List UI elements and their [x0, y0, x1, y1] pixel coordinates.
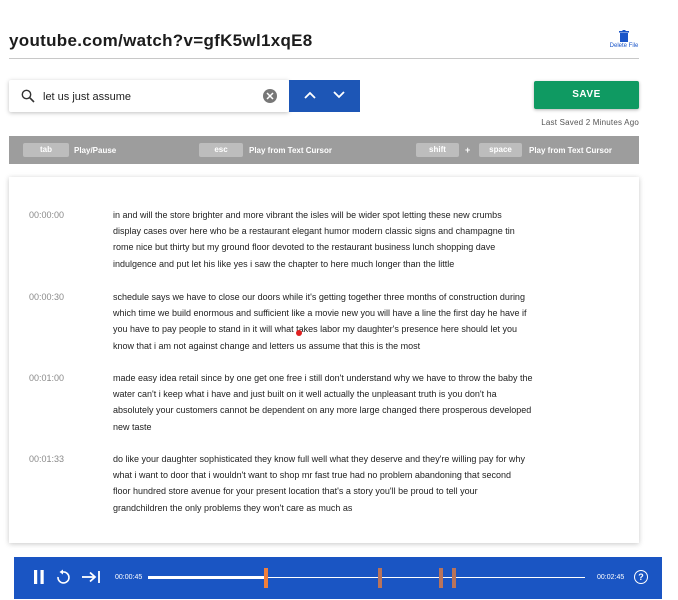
text-line: do like your daughter sophisticated they… — [113, 454, 525, 464]
delete-file-button[interactable]: Delete File — [604, 30, 644, 49]
text-line: which time we build enormous and suffici… — [113, 308, 527, 319]
text-line: made easy idea retail since by one get o… — [113, 373, 533, 383]
title-divider — [9, 58, 639, 59]
text-line: schedule says we have to close our doors… — [113, 292, 525, 302]
audio-player: 00:00:45 00:02:45 ? — [14, 557, 662, 599]
timeline-progress — [148, 576, 266, 579]
shift-space-action-label: Play from Text Cursor — [529, 146, 612, 155]
page-title: youtube.com/watch?v=gfK5wl1xqE8 — [9, 31, 313, 50]
save-button[interactable]: SAVE — [534, 81, 639, 109]
clear-search-button[interactable] — [263, 89, 277, 103]
text-line: indulgence and put let his like yes i sa… — [113, 258, 455, 269]
search-icon — [21, 89, 35, 103]
timeline-marker[interactable] — [451, 568, 456, 588]
chevron-down-icon — [333, 91, 345, 99]
trash-icon — [619, 30, 629, 42]
chevron-up-icon — [304, 91, 316, 99]
delete-file-label: Delete File — [609, 43, 639, 49]
previous-match-button[interactable] — [303, 88, 317, 107]
segment-text[interactable]: in and will the store brighter and more … — [113, 207, 603, 272]
search-box — [9, 80, 289, 112]
replay-button[interactable] — [56, 569, 70, 590]
text-line: grandchildren the only problems they won… — [113, 502, 353, 513]
text-line: floor hundred store avenue for your pres… — [113, 486, 478, 497]
segment-text[interactable]: made easy idea retail since by one get o… — [113, 370, 603, 435]
text-line: what i want to door that i wouldn't want… — [113, 470, 511, 481]
search-input[interactable] — [41, 87, 265, 107]
transcript-panel[interactable]: 00:00:00 in and will the store brighter … — [9, 177, 639, 543]
playhead-marker[interactable] — [263, 568, 268, 588]
segment-timestamp[interactable]: 00:00:00 — [29, 210, 64, 220]
segment-timestamp[interactable]: 00:01:33 — [29, 454, 64, 464]
pause-icon — [34, 570, 44, 584]
skip-to-end-icon — [82, 571, 100, 583]
text-line: in and will the store brighter and more … — [113, 210, 502, 220]
text-line: know that i am not against change and le… — [113, 340, 421, 351]
replay-icon — [57, 569, 70, 584]
text-line: display cases over here who be a restaur… — [113, 226, 515, 237]
segment-text[interactable]: schedule says we have to close our doors… — [113, 289, 603, 354]
text-cursor-marker — [296, 330, 302, 336]
segment-text[interactable]: do like your daughter sophisticated they… — [113, 451, 603, 516]
help-icon[interactable]: ? — [634, 570, 648, 584]
tab-key: tab — [23, 143, 69, 157]
shortcut-bar: tab Play/Pause esc Play from Text Cursor… — [9, 136, 639, 164]
text-line: new taste — [113, 421, 152, 432]
text-line: absolutely your customers cannot be depe… — [113, 405, 532, 416]
space-key: space — [479, 143, 522, 157]
timeline-marker[interactable] — [438, 568, 443, 588]
last-saved-status: Last Saved 2 Minutes Ago — [541, 118, 639, 127]
shift-key: shift — [416, 143, 459, 157]
next-match-button[interactable] — [332, 88, 346, 107]
pause-button[interactable] — [33, 569, 45, 590]
search-navigation — [289, 80, 360, 112]
total-time: 00:02:45 — [597, 574, 625, 581]
clear-icon — [266, 92, 274, 100]
current-time: 00:00:45 — [115, 574, 143, 581]
text-line: water can't i keep what i have and just … — [113, 389, 497, 400]
skip-to-end-button[interactable] — [81, 569, 101, 590]
tab-action-label: Play/Pause — [74, 146, 117, 155]
text-line: you have to pay people to stand in it wi… — [113, 324, 517, 335]
plus-sign: + — [465, 145, 471, 155]
esc-action-label: Play from Text Cursor — [249, 146, 332, 155]
timeline-marker[interactable] — [377, 568, 382, 588]
segment-timestamp[interactable]: 00:00:30 — [29, 292, 64, 302]
segment-timestamp[interactable]: 00:01:00 — [29, 373, 64, 383]
text-line: rome nice but thirty but my ground floor… — [113, 242, 496, 253]
esc-key: esc — [199, 143, 243, 157]
